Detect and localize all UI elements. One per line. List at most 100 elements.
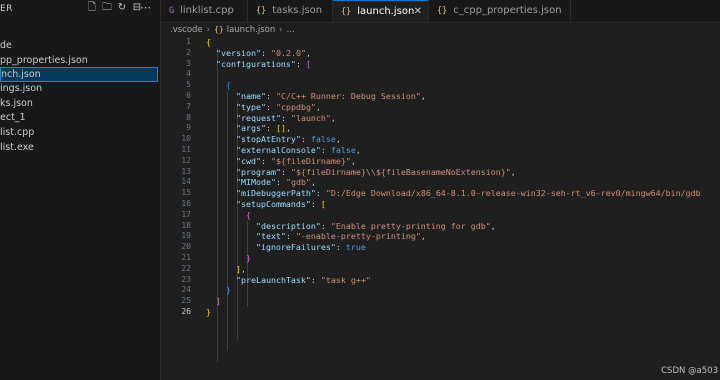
file-tree-item[interactable]: list.cpp bbox=[0, 125, 158, 140]
code-token: : bbox=[310, 274, 321, 285]
close-icon[interactable]: ✕ bbox=[414, 1, 422, 23]
code-line: { bbox=[206, 37, 701, 48]
code-token: [ bbox=[305, 58, 311, 69]
line-number: 1 bbox=[186, 37, 191, 46]
code-line: "configurations": [ bbox=[206, 59, 701, 70]
code-line: { bbox=[206, 210, 701, 221]
file-tree-item[interactable]: ings.json bbox=[0, 81, 158, 96]
line-number: 16 bbox=[181, 198, 191, 208]
code-token: "type" bbox=[235, 101, 266, 112]
tab-launch-json[interactable]: {} launch.json ✕ bbox=[333, 0, 429, 22]
code-line: "version": "0.2.0", bbox=[206, 48, 701, 59]
code-token: "0.2.0" bbox=[270, 47, 306, 58]
breadcrumb-file[interactable]: launch.json bbox=[227, 25, 276, 35]
code-token: "program" bbox=[235, 166, 281, 177]
code-line: "type": "cppdbg", bbox=[206, 102, 701, 113]
line-number: 12 bbox=[181, 155, 191, 165]
line-number: 10 bbox=[181, 134, 191, 144]
watermark: CSDN @a503 bbox=[661, 366, 718, 376]
explorer-actions: 🗋 🗀 ↻ ⊟ bbox=[87, 3, 142, 13]
code-editor[interactable]: 1 2 3 4 5 6 7 8 9 10 11 12 13 14 15 16 17 18 19 20 21 22 23 24 2… bbox=[161, 37, 720, 380]
new-file-icon[interactable]: 🗋 bbox=[87, 3, 97, 13]
code-token: "name" bbox=[235, 90, 266, 101]
code-token: { bbox=[245, 209, 251, 220]
line-number: 13 bbox=[181, 166, 191, 176]
tab-c-cpp-properties-json[interactable]: {} c_cpp_properties.json bbox=[429, 0, 571, 22]
code-token: : bbox=[285, 231, 296, 242]
code-token: : bbox=[265, 123, 276, 134]
code-line: "preLaunchTask": "task g++" bbox=[206, 275, 701, 286]
refresh-icon[interactable]: ↻ bbox=[117, 3, 127, 13]
code-token: "miDebuggerPath" bbox=[235, 188, 316, 199]
code-token: : bbox=[320, 220, 331, 231]
line-number: 11 bbox=[181, 144, 191, 154]
code-token: "configurations" bbox=[216, 58, 296, 69]
code-token: { bbox=[225, 80, 231, 91]
chevron-right-icon: › bbox=[279, 25, 283, 35]
code-line: "setupCommands": [ bbox=[206, 199, 701, 210]
breadcrumb-folder[interactable]: .vscode bbox=[170, 25, 203, 35]
code-area[interactable]: { "version": "0.2.0", "configurations": … bbox=[206, 37, 701, 318]
code-token: : bbox=[300, 134, 311, 145]
explorer-sidebar: ER 🗋 🗀 ↻ ⊟ ⋯ de pp_properties.json nch.jso… bbox=[0, 0, 161, 380]
code-line: "MIMode": "gdb", bbox=[206, 177, 701, 188]
file-tree-item[interactable]: pp_properties.json bbox=[0, 53, 158, 68]
code-line: } bbox=[206, 285, 701, 296]
code-token: "cppdbg" bbox=[275, 101, 316, 112]
code-token: "setupCommands" bbox=[235, 198, 311, 209]
code-token: , bbox=[310, 177, 316, 188]
chevron-right-icon: › bbox=[206, 25, 211, 35]
line-number: 5 bbox=[186, 80, 191, 90]
code-line: } bbox=[206, 253, 701, 264]
code-line: "text": "-enable-pretty-printing", bbox=[206, 231, 701, 242]
line-number: 18 bbox=[181, 220, 191, 230]
breadcrumb: .vscode ›{} launch.json ›... bbox=[170, 23, 295, 37]
code-token: "cwd" bbox=[235, 155, 261, 166]
tab-label: launch.json bbox=[357, 6, 415, 17]
code-token: [] bbox=[275, 123, 286, 134]
more-actions-icon[interactable]: ⋯ bbox=[140, 2, 151, 13]
code-token: "externalConsole" bbox=[235, 144, 321, 155]
line-number: 26 bbox=[181, 306, 191, 316]
code-line: ] bbox=[206, 296, 701, 307]
code-token: false bbox=[330, 144, 356, 155]
file-tree-item[interactable]: ks.json bbox=[0, 96, 158, 111]
code-token: : bbox=[320, 144, 331, 155]
line-number: 4 bbox=[186, 69, 191, 79]
new-folder-icon[interactable]: 🗀 bbox=[102, 3, 112, 13]
code-token: , bbox=[510, 166, 516, 177]
code-token: "preLaunchTask" bbox=[235, 274, 311, 285]
file-tree-item[interactable]: nch.json bbox=[0, 67, 158, 82]
code-line: "ignoreFailures": true bbox=[206, 242, 701, 253]
code-token: : bbox=[260, 155, 271, 166]
code-token: ] bbox=[216, 296, 221, 307]
line-number: 25 bbox=[181, 296, 191, 306]
code-token: : bbox=[310, 198, 321, 209]
code-line: { bbox=[206, 80, 701, 91]
code-line: } bbox=[206, 307, 701, 318]
code-token: { bbox=[206, 37, 211, 47]
breadcrumb-tail[interactable]: ... bbox=[287, 25, 295, 35]
code-token: "MIMode" bbox=[235, 177, 276, 188]
tab-linklist-cpp[interactable]: Glinklist.cpp bbox=[161, 0, 248, 22]
tab-tasks-json[interactable]: {} tasks.json bbox=[248, 0, 333, 22]
code-token: "text" bbox=[255, 231, 286, 242]
explorer-title: ER bbox=[0, 4, 13, 14]
code-token: "task g++" bbox=[320, 274, 371, 285]
code-line: "miDebuggerPath": "D:/Edge Download/x86_… bbox=[206, 188, 701, 199]
file-tree-item[interactable]: de bbox=[0, 38, 158, 53]
code-token: , bbox=[305, 47, 311, 58]
file-tree-item[interactable]: ect_1 bbox=[0, 110, 158, 125]
file-tree-item[interactable]: list.exe bbox=[0, 140, 158, 155]
